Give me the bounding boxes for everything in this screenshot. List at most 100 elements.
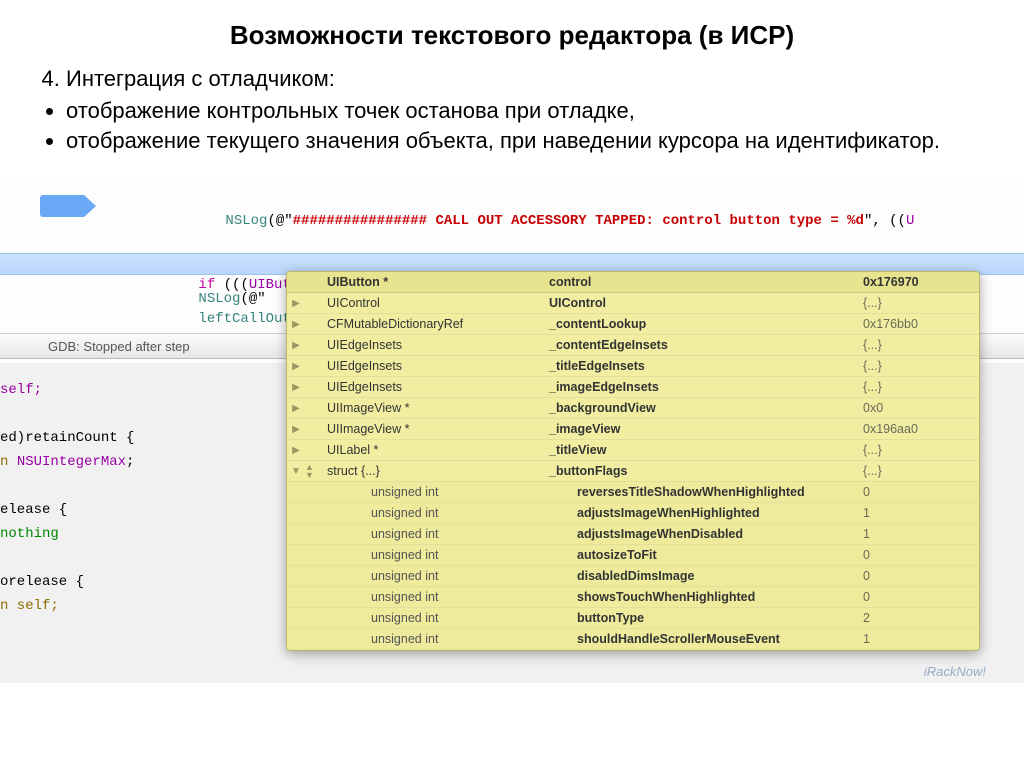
popup-row[interactable]: ▶ UILabel *_titleView{...}: [287, 440, 979, 461]
watermark-label: iRackNow!: [924, 664, 986, 679]
disclosure-icon[interactable]: ▶: [287, 403, 305, 414]
popup-name: disabledDimsImage: [571, 569, 857, 583]
popup-type: unsigned int: [321, 506, 571, 520]
popup-row[interactable]: ▶ UIEdgeInsets_contentEdgeInsets{...}: [287, 335, 979, 356]
popup-type: unsigned int: [321, 632, 571, 646]
popup-value: 1: [857, 632, 979, 646]
popup-type: unsigned int: [321, 611, 571, 625]
bullet-item: отображение текущего значения объекта, п…: [66, 127, 984, 155]
popup-name: _backgroundView: [543, 401, 857, 415]
popup-header-addr: 0x176970: [857, 272, 979, 292]
popup-row[interactable]: ▶ UIImageView *_backgroundView0x0: [287, 398, 979, 419]
popup-value: 0: [857, 485, 979, 499]
popup-value: 0x196aa0: [857, 422, 979, 436]
popup-body: ▶UIControlUIControl{...}▶CFMutableDictio…: [287, 293, 979, 650]
numbered-list: Интеграция с отладчиком:: [10, 65, 984, 93]
popup-subrow[interactable]: unsigned intreversesTitleShadowWhenHighl…: [287, 482, 979, 503]
popup-subrow[interactable]: unsigned intbuttonType2: [287, 608, 979, 629]
disclosure-icon[interactable]: ▶: [287, 445, 305, 456]
disclosure-icon[interactable]: ▶: [287, 319, 305, 330]
popup-row[interactable]: ▶ CFMutableDictionaryRef_contentLookup0x1…: [287, 314, 979, 335]
popup-type: UIImageView *: [321, 401, 543, 415]
popup-type: unsigned int: [321, 548, 571, 562]
popup-type: unsigned int: [321, 485, 571, 499]
popup-name: autosizeToFit: [571, 548, 857, 562]
popup-value: {...}: [857, 380, 979, 394]
code-line: NSLog(@"################ CALL OUT ACCESS…: [175, 197, 914, 245]
popup-type: UIImageView *: [321, 422, 543, 436]
code-token: (@": [267, 213, 292, 229]
disclosure-icon[interactable]: ▶: [287, 340, 305, 351]
popup-header-type: UIButton *: [321, 272, 543, 292]
popup-subrow[interactable]: unsigned intadjustsImageWhenHighlighted1: [287, 503, 979, 524]
popup-row[interactable]: ▼▲▼struct {...}_buttonFlags{...}: [287, 461, 979, 482]
disclosure-icon[interactable]: ▶: [287, 298, 305, 309]
disclosure-icon[interactable]: ▼: [287, 466, 305, 477]
popup-value: 1: [857, 527, 979, 541]
popup-type: UIControl: [321, 296, 543, 310]
code-token: ", ((: [864, 213, 906, 229]
popup-name: _imageView: [543, 422, 857, 436]
popup-type: UILabel *: [321, 443, 543, 457]
disclosure-icon[interactable]: ▶: [287, 382, 305, 393]
debug-variable-popup[interactable]: UIButton * control 0x176970 ▶UIControlUI…: [286, 271, 980, 651]
popup-name: _contentEdgeInsets: [543, 338, 857, 352]
stepper-icon[interactable]: ▲▼: [305, 463, 321, 479]
popup-row[interactable]: ▶ UIEdgeInsets_titleEdgeInsets{...}: [287, 356, 979, 377]
disclosure-icon[interactable]: ▶: [287, 361, 305, 372]
popup-subrow[interactable]: unsigned intadjustsImageWhenDisabled1: [287, 524, 979, 545]
popup-subrow[interactable]: unsigned intautosizeToFit0: [287, 545, 979, 566]
popup-row[interactable]: ▶ UIImageView *_imageView0x196aa0: [287, 419, 979, 440]
popup-subrow[interactable]: unsigned intshouldHandleScrollerMouseEve…: [287, 629, 979, 650]
editor-lower-code: self; ed)retainCount { n NSUIntegerMax; …: [0, 378, 134, 618]
popup-value: 0: [857, 590, 979, 604]
popup-type: UIEdgeInsets: [321, 380, 543, 394]
popup-name: showsTouchWhenHighlighted: [571, 590, 857, 604]
popup-row[interactable]: ▶ UIEdgeInsets_imageEdgeInsets{...}: [287, 377, 979, 398]
popup-name: adjustsImageWhenHighlighted: [571, 506, 857, 520]
code-token: NSLog: [225, 213, 267, 229]
popup-subrow[interactable]: unsigned intdisabledDimsImage0: [287, 566, 979, 587]
popup-name: _contentLookup: [543, 317, 857, 331]
popup-type: UIEdgeInsets: [321, 359, 543, 373]
bullet-item: отображение контрольных точек останова п…: [66, 97, 984, 125]
execution-pointer-icon: [40, 195, 84, 217]
code-token: U: [906, 213, 914, 229]
slide-title: Возможности текстового редактора (в ИСР): [0, 20, 1024, 51]
popup-type: struct {...}: [321, 464, 543, 478]
popup-value: 1: [857, 506, 979, 520]
code-token: ################ CALL OUT ACCESSORY TAPP…: [293, 213, 864, 229]
popup-type: CFMutableDictionaryRef: [321, 317, 543, 331]
disclosure-icon[interactable]: ▶: [287, 424, 305, 435]
popup-type: unsigned int: [321, 590, 571, 604]
ide-screenshot: NSLog(@"################ CALL OUT ACCESS…: [0, 173, 1024, 683]
popup-name: buttonType: [571, 611, 857, 625]
popup-name: _titleEdgeInsets: [543, 359, 857, 373]
popup-value: {...}: [857, 296, 979, 310]
popup-value: {...}: [857, 464, 979, 478]
popup-value: 2: [857, 611, 979, 625]
popup-name: UIControl: [543, 296, 857, 310]
popup-value: 0x0: [857, 401, 979, 415]
popup-value: 0: [857, 548, 979, 562]
bullet-list: отображение контрольных точек останова п…: [10, 97, 984, 155]
popup-type: UIEdgeInsets: [321, 338, 543, 352]
popup-type: unsigned int: [321, 527, 571, 541]
popup-header: UIButton * control 0x176970: [287, 272, 979, 293]
popup-value: {...}: [857, 338, 979, 352]
popup-value: {...}: [857, 359, 979, 373]
popup-row[interactable]: ▶UIControlUIControl{...}: [287, 293, 979, 314]
popup-name: _imageEdgeInsets: [543, 380, 857, 394]
list-item: Интеграция с отладчиком:: [66, 65, 984, 93]
popup-header-name: control: [543, 272, 857, 292]
popup-name: _buttonFlags: [543, 464, 857, 478]
popup-name: reversesTitleShadowWhenHighlighted: [571, 485, 857, 499]
popup-type: unsigned int: [321, 569, 571, 583]
popup-name: adjustsImageWhenDisabled: [571, 527, 857, 541]
popup-value: 0x176bb0: [857, 317, 979, 331]
popup-subrow[interactable]: unsigned intshowsTouchWhenHighlighted0: [287, 587, 979, 608]
popup-value: {...}: [857, 443, 979, 457]
popup-name: shouldHandleScrollerMouseEvent: [571, 632, 857, 646]
popup-value: 0: [857, 569, 979, 583]
popup-name: _titleView: [543, 443, 857, 457]
